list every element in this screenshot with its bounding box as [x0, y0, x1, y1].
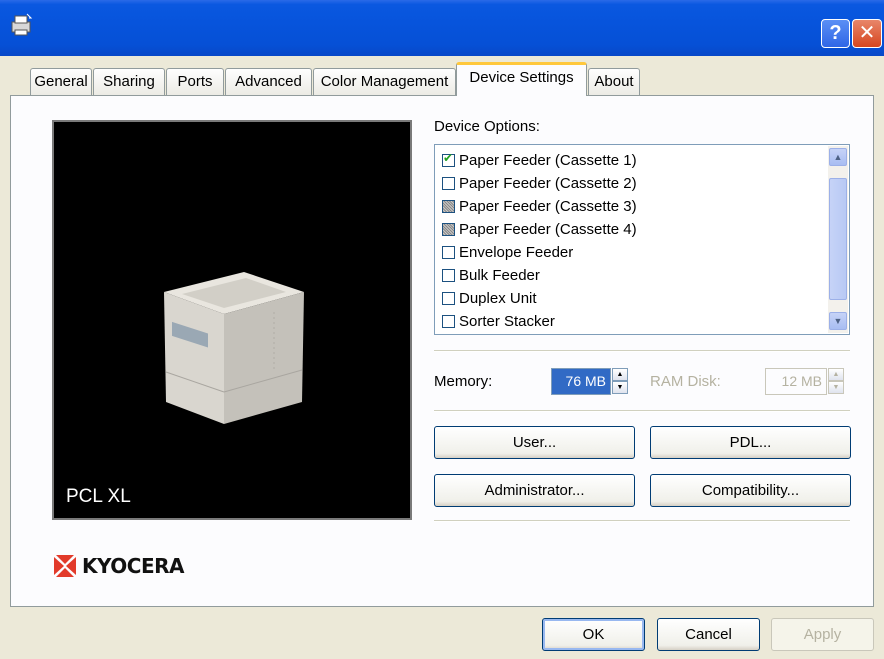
- user-button[interactable]: User...: [434, 426, 635, 459]
- pdl-button[interactable]: PDL...: [650, 426, 851, 459]
- close-button[interactable]: ✕: [852, 19, 882, 48]
- apply-button[interactable]: Apply: [771, 618, 874, 651]
- spin-up-icon[interactable]: ▲: [828, 368, 844, 381]
- checkbox-unchecked[interactable]: [442, 291, 455, 305]
- option-label: Envelope Feeder: [459, 243, 574, 261]
- kyocera-logo: KYOCERA: [52, 553, 185, 579]
- option-cassette-1[interactable]: Paper Feeder (Cassette 1): [442, 149, 637, 171]
- cancel-button[interactable]: Cancel: [657, 618, 760, 651]
- option-label: Paper Feeder (Cassette 4): [459, 220, 637, 238]
- kyocera-logo-text: KYOCERA: [82, 554, 185, 578]
- checkbox-indeterminate[interactable]: [442, 199, 455, 213]
- help-button[interactable]: ?: [821, 19, 850, 48]
- tab-ports[interactable]: Ports: [166, 68, 224, 95]
- printer-app-icon[interactable]: [8, 12, 34, 38]
- spin-down-icon[interactable]: ▼: [612, 381, 628, 394]
- title-bar: ? ✕: [0, 0, 884, 56]
- option-cassette-2[interactable]: Paper Feeder (Cassette 2): [442, 172, 637, 194]
- ram-disk-input[interactable]: 12 MB: [765, 368, 827, 395]
- memory-label: Memory:: [434, 373, 493, 390]
- checkbox-indeterminate[interactable]: [442, 222, 455, 236]
- printer-image: [164, 272, 304, 424]
- printer-preview: PCL XL: [52, 120, 412, 520]
- option-bulk-feeder[interactable]: Bulk Feeder: [442, 264, 540, 286]
- checkbox-unchecked[interactable]: [442, 314, 455, 328]
- memory-input[interactable]: 76 MB: [551, 368, 611, 395]
- option-label: Paper Feeder (Cassette 3): [459, 197, 637, 215]
- scroll-thumb[interactable]: [829, 178, 847, 300]
- ok-button[interactable]: OK: [542, 618, 645, 651]
- device-options-label: Device Options:: [434, 118, 540, 135]
- option-cassette-4[interactable]: Paper Feeder (Cassette 4): [442, 218, 637, 240]
- administrator-button[interactable]: Administrator...: [434, 474, 635, 507]
- tab-sharing[interactable]: Sharing: [93, 68, 165, 95]
- spin-up-icon[interactable]: ▲: [612, 368, 628, 381]
- tab-about[interactable]: About: [588, 68, 640, 95]
- compatibility-button[interactable]: Compatibility...: [650, 474, 851, 507]
- option-duplex-unit[interactable]: Duplex Unit: [442, 287, 537, 309]
- checkbox-checked[interactable]: [442, 151, 455, 167]
- ram-disk-value: 12 MB: [781, 373, 822, 389]
- list-scrollbar[interactable]: ▲ ▼: [828, 146, 848, 333]
- tab-general[interactable]: General: [30, 68, 92, 95]
- option-label: Paper Feeder (Cassette 1): [459, 151, 637, 169]
- scroll-up-icon[interactable]: ▲: [829, 148, 847, 166]
- kyocera-logo-icon: [54, 555, 76, 577]
- memory-stepper[interactable]: ▲ ▼: [612, 368, 628, 395]
- option-label: Paper Feeder (Cassette 2): [459, 174, 637, 192]
- ram-disk-stepper[interactable]: ▲ ▼: [828, 368, 844, 395]
- option-label: Sorter Stacker: [459, 312, 555, 330]
- tab-advanced[interactable]: Advanced: [225, 68, 312, 95]
- option-envelope-feeder[interactable]: Envelope Feeder: [442, 241, 573, 263]
- memory-value: 76 MB: [565, 373, 606, 389]
- device-options-list[interactable]: Paper Feeder (Cassette 1) Paper Feeder (…: [434, 144, 850, 335]
- divider: [434, 410, 850, 412]
- checkbox-unchecked[interactable]: [442, 176, 455, 190]
- checkbox-unchecked[interactable]: [442, 245, 455, 259]
- tab-color-management[interactable]: Color Management: [313, 68, 456, 95]
- pdl-label: PCL XL: [66, 486, 131, 507]
- option-label: Bulk Feeder: [459, 266, 540, 284]
- option-label: Duplex Unit: [459, 289, 537, 307]
- scroll-down-icon[interactable]: ▼: [829, 312, 847, 330]
- ram-disk-label: RAM Disk:: [650, 373, 721, 390]
- option-cassette-3[interactable]: Paper Feeder (Cassette 3): [442, 195, 637, 217]
- option-sorter-stacker[interactable]: Sorter Stacker: [442, 310, 555, 332]
- tab-device-settings[interactable]: Device Settings: [456, 62, 587, 96]
- checkbox-unchecked[interactable]: [442, 268, 455, 282]
- divider: [434, 350, 850, 352]
- spin-down-icon[interactable]: ▼: [828, 381, 844, 394]
- divider: [434, 520, 850, 522]
